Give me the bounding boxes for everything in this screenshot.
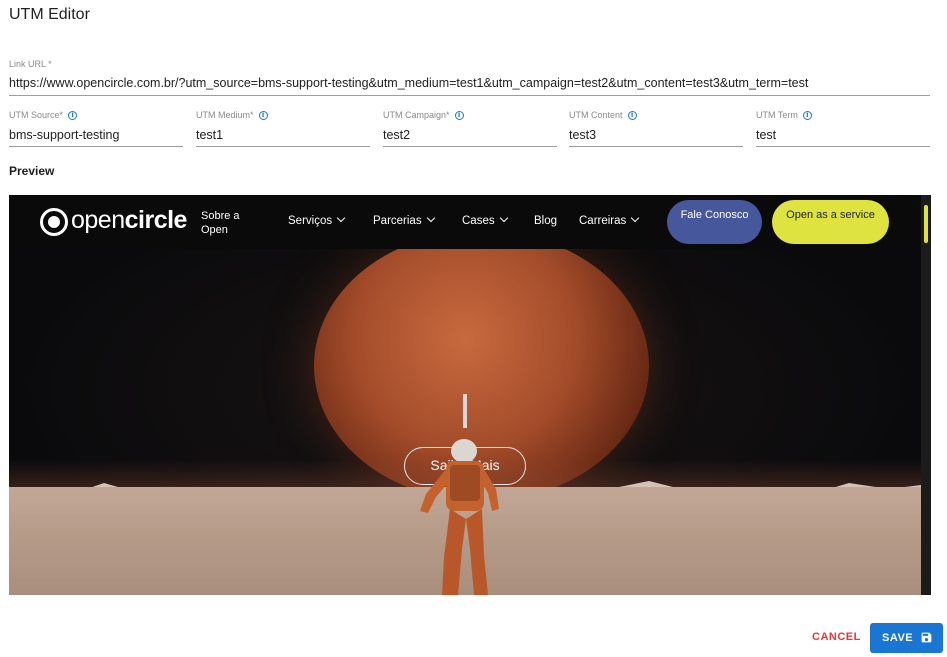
preview-label: Preview <box>9 164 55 178</box>
save-button[interactable]: SAVE <box>870 623 943 653</box>
logo-bold-text: circle <box>124 206 188 234</box>
dialog-title: UTM Editor <box>9 6 90 23</box>
astronaut-image <box>420 439 499 595</box>
chevron-down-icon <box>631 213 640 223</box>
utm-medium-label-text: UTM Medium* <box>196 110 254 120</box>
utm-content-label-text: UTM Content <box>569 110 623 120</box>
utm-campaign-label-text: UTM Campaign* <box>383 110 450 120</box>
preview-scrollbar[interactable] <box>921 195 931 595</box>
link-url-label: Link URL * <box>9 59 52 69</box>
site-navbar: opencircle Sobre a Open Serviços Parceri… <box>9 195 921 249</box>
chevron-down-icon <box>336 213 346 223</box>
nav-parcerias[interactable]: Parcerias <box>373 213 435 227</box>
link-url-field[interactable]: https://www.opencircle.com.br/?utm_sourc… <box>9 76 808 90</box>
utm-content-underline <box>569 146 743 147</box>
utm-medium-underline <box>196 146 370 147</box>
hero-text-cursor <box>463 394 467 428</box>
utm-medium-label: UTM Medium* i <box>196 110 268 121</box>
nav-parcerias-label: Parcerias <box>373 215 422 227</box>
utm-source-label-text: UTM Source* <box>9 110 64 120</box>
preview-frame[interactable]: opencircle Sobre a Open Serviços Parceri… <box>9 195 931 595</box>
nav-cases[interactable]: Cases <box>462 213 508 227</box>
info-icon[interactable]: i <box>258 111 268 121</box>
nav-cases-label: Cases <box>462 215 495 227</box>
utm-term-field[interactable]: test <box>756 128 776 142</box>
info-icon[interactable]: i <box>454 111 464 121</box>
utm-source-label: UTM Source* i <box>9 110 78 121</box>
utm-source-field[interactable]: bms-support-testing <box>9 128 119 142</box>
utm-medium-field[interactable]: test1 <box>196 128 223 142</box>
cancel-button[interactable]: CANCEL <box>812 631 861 643</box>
nav-carreiras-label: Carreiras <box>579 215 627 227</box>
utm-campaign-underline <box>383 146 557 147</box>
nav-carreiras[interactable]: Carreiras <box>579 213 640 227</box>
utm-editor-dialog: UTM Editor Link URL * https://www.openci… <box>0 0 947 657</box>
info-icon[interactable]: i <box>802 111 812 121</box>
save-button-label: SAVE <box>882 632 914 644</box>
utm-content-label: UTM Content i <box>569 110 637 121</box>
chevron-down-icon <box>426 213 435 223</box>
link-url-underline <box>9 95 930 96</box>
nav-sobre-a-open[interactable]: Sobre a Open <box>201 209 256 237</box>
fale-conosco-button[interactable]: Fale Conosco <box>667 200 762 244</box>
utm-campaign-label: UTM Campaign* i <box>383 110 464 121</box>
nav-servicos-label: Serviços <box>288 215 333 227</box>
utm-term-underline <box>756 146 930 147</box>
utm-source-underline <box>9 146 183 147</box>
nav-blog[interactable]: Blog <box>534 215 557 227</box>
open-as-a-service-button[interactable]: Open as a service <box>772 200 889 244</box>
logo-light-text: open <box>71 206 125 234</box>
hero-banner: Saiba Mais <box>9 249 921 595</box>
info-icon[interactable]: i <box>68 111 78 121</box>
chevron-down-icon <box>499 213 508 223</box>
nav-blog-label: Blog <box>534 215 558 227</box>
info-icon[interactable]: i <box>627 111 637 121</box>
nav-servicos[interactable]: Serviços <box>288 213 346 227</box>
scrollbar-thumb[interactable] <box>924 205 928 243</box>
utm-content-field[interactable]: test3 <box>569 128 596 142</box>
opencircle-logo-icon[interactable] <box>40 208 68 236</box>
site-logo-text[interactable]: opencircle <box>71 206 187 235</box>
utm-term-label-text: UTM Term <box>756 110 798 120</box>
floppy-disk-icon <box>921 632 932 643</box>
utm-term-label: UTM Term i <box>756 110 812 121</box>
utm-campaign-field[interactable]: test2 <box>383 128 410 142</box>
